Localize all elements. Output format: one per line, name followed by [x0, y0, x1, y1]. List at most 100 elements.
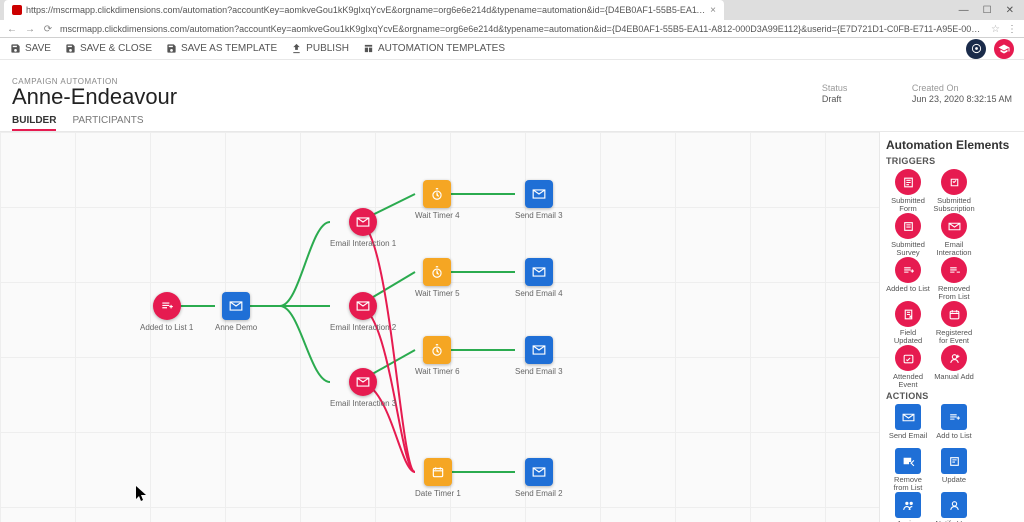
bookmark-icon[interactable]: ☆ — [991, 24, 1000, 35]
minimize-icon[interactable]: — — [959, 5, 969, 16]
forward-icon[interactable]: → — [24, 24, 36, 35]
palette-label: Submitted Survey — [886, 241, 930, 255]
node-send-email-2[interactable]: Send Email 2 — [515, 458, 563, 498]
address-bar[interactable]: mscrmapp.clickdimensions.com/automation?… — [60, 24, 985, 34]
automation-templates-button[interactable]: AUTOMATION TEMPLATES — [363, 43, 505, 54]
palette-icon — [941, 301, 967, 327]
close-icon[interactable]: × — [710, 5, 716, 16]
menu-icon[interactable]: ⋮ — [1006, 24, 1018, 35]
node-anne-demo[interactable]: Anne Demo — [215, 292, 257, 332]
browser-chrome: https://mscrmapp.clickdimensions.com/aut… — [0, 0, 1024, 38]
palette-item[interactable]: Added to List — [886, 257, 930, 299]
palette-item[interactable]: Assign — [886, 492, 930, 522]
palette-label: Attended Event — [886, 373, 930, 387]
palette-icon — [941, 448, 967, 474]
grad-cap-icon[interactable] — [994, 39, 1014, 59]
palette-item[interactable]: Send Email — [886, 404, 930, 446]
tab-title: https://mscrmapp.clickdimensions.com/aut… — [26, 5, 706, 15]
favicon-icon — [12, 5, 22, 15]
palette-item[interactable]: Notify User — [932, 492, 976, 522]
save-template-button[interactable]: SAVE AS TEMPLATE — [166, 43, 277, 54]
save-template-icon — [166, 43, 177, 54]
palette-label: Field Updated — [886, 329, 930, 343]
envelope-icon — [356, 375, 370, 389]
envelope-icon — [356, 215, 370, 229]
back-icon[interactable]: ← — [6, 24, 18, 35]
palette-item[interactable]: Email Interaction — [932, 213, 976, 255]
list-add-icon — [160, 299, 174, 313]
close-window-icon[interactable]: ✕ — [1006, 5, 1014, 16]
save-icon — [10, 43, 21, 54]
window-controls: — ☐ ✕ — [949, 5, 1024, 16]
node-send-email-3b[interactable]: Send Email 3 — [515, 336, 563, 376]
palette-icon — [895, 448, 921, 474]
app-toolbar: SAVE SAVE & CLOSE SAVE AS TEMPLATE PUBLI… — [0, 38, 1024, 60]
templates-icon — [363, 43, 374, 54]
tab-participants[interactable]: PARTICIPANTS — [72, 112, 143, 131]
cursor-icon — [136, 486, 148, 502]
status-value: Draft — [822, 94, 882, 104]
palette-icon — [895, 345, 921, 371]
palette-icon — [895, 257, 921, 283]
node-email-interaction-3[interactable]: Email Interaction 3 — [330, 368, 396, 408]
envelope-icon — [532, 187, 546, 201]
palette-icon — [941, 345, 967, 371]
node-date-timer-1[interactable]: Date Timer 1 — [415, 458, 461, 498]
palette-icon — [895, 213, 921, 239]
palette-item[interactable]: Update — [932, 448, 976, 490]
page-header: CAMPAIGN AUTOMATION Anne-Endeavour Statu… — [0, 60, 1024, 108]
envelope-icon — [356, 299, 370, 313]
palette-label: Added to List — [886, 285, 930, 299]
palette-icon — [941, 257, 967, 283]
palette-label: Send Email — [889, 432, 927, 446]
palette-icon — [941, 213, 967, 239]
palette-label: Manual Add — [934, 373, 974, 387]
elements-sidebar: Automation Elements TRIGGERS Submitted F… — [879, 132, 1024, 522]
builder-canvas[interactable]: Added to List 1 Anne Demo Email Interact… — [0, 132, 879, 522]
palette-item[interactable]: Submitted Subscription — [932, 169, 976, 211]
palette-icon — [941, 404, 967, 430]
actions-heading: ACTIONS — [886, 391, 1018, 401]
palette-icon — [895, 169, 921, 195]
palette-item[interactable]: Remove from List — [886, 448, 930, 490]
node-wait-timer-4[interactable]: Wait Timer 4 — [415, 180, 460, 220]
browser-tab[interactable]: https://mscrmapp.clickdimensions.com/aut… — [4, 0, 724, 20]
stopwatch-icon — [430, 343, 444, 357]
save-close-button[interactable]: SAVE & CLOSE — [65, 43, 152, 54]
node-email-interaction-2[interactable]: Email Interaction 2 — [330, 292, 396, 332]
node-wait-timer-6[interactable]: Wait Timer 6 — [415, 336, 460, 376]
palette-item[interactable]: Registered for Event — [932, 301, 976, 343]
tab-builder[interactable]: BUILDER — [12, 112, 56, 131]
palette-item[interactable]: Add to List — [932, 404, 976, 446]
palette-icon — [895, 492, 921, 518]
created-field: Created On Jun 23, 2020 8:32:15 AM — [912, 83, 1012, 104]
node-send-email-3a[interactable]: Send Email 3 — [515, 180, 563, 220]
palette-label: Removed From List — [932, 285, 976, 299]
publish-button[interactable]: PUBLISH — [291, 43, 349, 54]
node-email-interaction-1[interactable]: Email Interaction 1 — [330, 208, 396, 248]
triggers-heading: TRIGGERS — [886, 156, 1018, 166]
palette-item[interactable]: Submitted Survey — [886, 213, 930, 255]
sub-tabs: BUILDER PARTICIPANTS — [0, 108, 1024, 132]
palette-icon — [895, 404, 921, 430]
palette-item[interactable]: Attended Event — [886, 345, 930, 387]
save-button[interactable]: SAVE — [10, 43, 51, 54]
node-send-email-4[interactable]: Send Email 4 — [515, 258, 563, 298]
save-close-icon — [65, 43, 76, 54]
sidebar-title: Automation Elements — [886, 138, 1018, 152]
node-wait-timer-5[interactable]: Wait Timer 5 — [415, 258, 460, 298]
envelope-icon — [532, 343, 546, 357]
palette-item[interactable]: Manual Add — [932, 345, 976, 387]
palette-label: Registered for Event — [932, 329, 976, 343]
stopwatch-icon — [430, 187, 444, 201]
palette-item[interactable]: Field Updated — [886, 301, 930, 343]
created-value: Jun 23, 2020 8:32:15 AM — [912, 94, 1012, 104]
node-added-to-list[interactable]: Added to List 1 — [140, 292, 193, 332]
palette-label: Remove from List — [886, 476, 930, 490]
palette-item[interactable]: Submitted Form — [886, 169, 930, 211]
maximize-icon[interactable]: ☐ — [983, 5, 992, 16]
palette-item[interactable]: Removed From List — [932, 257, 976, 299]
palette-icon — [895, 301, 921, 327]
app-badge-icon[interactable] — [966, 39, 986, 59]
reload-icon[interactable]: ⟳ — [42, 24, 54, 35]
